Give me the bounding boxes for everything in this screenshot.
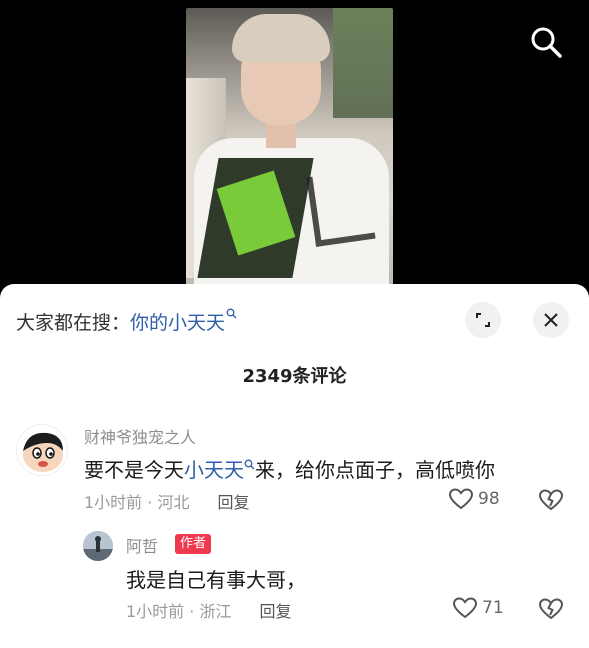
broken-heart-icon [538, 598, 564, 620]
comment-time-location: 1小时前 · 河北 [84, 493, 190, 512]
trending-search-term[interactable]: 你的小天天 [130, 308, 225, 335]
like-button[interactable]: 71 [452, 596, 504, 620]
avatar[interactable] [83, 531, 113, 561]
small-search-icon [244, 459, 255, 473]
comment-text-part: 要不是今天 [84, 458, 184, 482]
broken-heart-icon [538, 489, 564, 511]
trending-search-prefix: 大家都在搜： [16, 311, 131, 334]
close-icon [544, 313, 558, 327]
expand-button[interactable] [465, 302, 501, 338]
comment-text: 我是自己有事大哥， [126, 568, 306, 592]
comment-meta: 1小时前 · 河北 回复 [84, 489, 249, 513]
comment-meta: 1小时前 · 浙江 回复 [126, 598, 291, 622]
reply-button[interactable]: 回复 [217, 489, 249, 513]
author-badge: 作者 [175, 534, 212, 554]
comment-time-location: 1小时前 · 浙江 [126, 602, 232, 621]
comment-username[interactable]: 财神爷独宠之人 [84, 424, 196, 448]
search-icon[interactable] [528, 24, 564, 60]
like-button[interactable]: 98 [448, 487, 500, 511]
like-count: 98 [478, 489, 500, 509]
heart-icon [452, 597, 478, 619]
comment-count: 2349条评论 [242, 366, 347, 387]
expand-icon [476, 313, 490, 327]
small-search-icon [226, 308, 237, 322]
video-frame [186, 8, 393, 288]
reply-button[interactable]: 回复 [259, 598, 291, 622]
dislike-button[interactable] [538, 487, 564, 513]
dislike-button[interactable] [538, 596, 564, 622]
avatar[interactable] [16, 424, 68, 476]
heart-icon [448, 488, 474, 510]
trending-search-link[interactable]: 大家都在搜： 你的小天天 [16, 308, 237, 334]
comment-text-part: 来，给你点面子，高低喷你 [255, 458, 495, 482]
comment-username[interactable]: 阿哲 [126, 533, 158, 557]
video-player[interactable] [0, 0, 589, 300]
close-button[interactable] [533, 302, 569, 338]
comment-search-link[interactable]: 小天天 [184, 458, 244, 482]
comment-text: 要不是今天小天天 来，给你点面子，高低喷你 [84, 454, 495, 483]
like-count: 71 [482, 598, 504, 618]
